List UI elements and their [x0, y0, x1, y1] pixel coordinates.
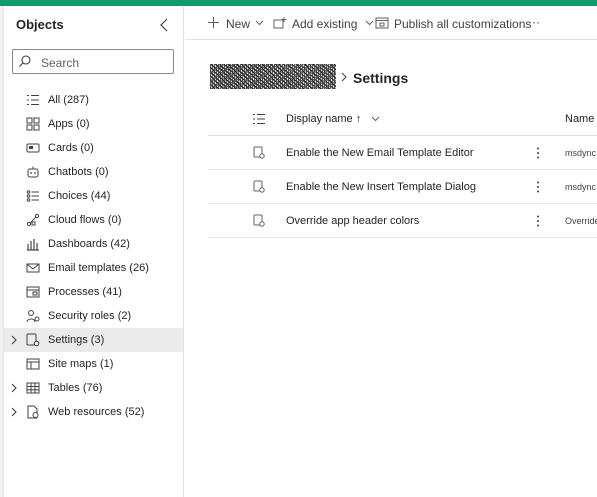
list-icon: [27, 95, 39, 105]
table-row[interactable]: Enable the New Email Template Editor msd…: [208, 136, 597, 170]
plus-icon: [208, 17, 219, 28]
chevron-down-icon: [365, 20, 374, 26]
nav-item-label: Choices (44): [48, 190, 111, 202]
more-vertical-icon[interactable]: [533, 214, 543, 228]
nav-item-label: Web resources (52): [48, 406, 145, 418]
publish-all-customizations-button[interactable]: Publish all customizations: [375, 15, 531, 33]
row-name: Override: [565, 216, 597, 226]
collapse-chevron-icon[interactable]: [158, 16, 172, 34]
nav-item-tables[interactable]: Tables (76): [4, 376, 183, 400]
nav-item-label: Apps (0): [48, 118, 90, 130]
column-options-icon[interactable]: [252, 112, 266, 126]
process-icon: [26, 286, 40, 298]
add-existing-label: Add existing: [292, 17, 358, 31]
nav-item-label: Settings (3): [48, 334, 105, 346]
nav-item-choices[interactable]: Choices (44): [4, 184, 183, 208]
nav-item-security-roles[interactable]: Security roles (2): [4, 304, 183, 328]
chevron-right-icon[interactable]: [10, 407, 18, 417]
table-row[interactable]: Override app header colors Override: [208, 204, 597, 238]
nav-item-label: Chatbots (0): [48, 166, 109, 178]
apps-grid-icon: [26, 117, 40, 131]
new-button[interactable]: New: [207, 15, 273, 33]
dashboard-icon: [27, 239, 39, 251]
more-commands-icon: ···: [528, 15, 540, 29]
row-display-name[interactable]: Enable the New Insert Template Dialog: [286, 181, 476, 193]
row-display-name[interactable]: Enable the New Email Template Editor: [286, 147, 474, 159]
objects-grid: Display name ↑ Name Enable the New Email…: [208, 102, 597, 238]
flow-icon: [26, 213, 40, 227]
objects-pane-title: Objects: [16, 17, 64, 32]
nav-item-settings[interactable]: Settings (3): [4, 328, 183, 352]
redacted-solution-name: [210, 64, 336, 89]
settings-icon: [253, 180, 265, 193]
settings-icon: [253, 146, 265, 159]
nav-item-dashboards[interactable]: Dashboards (42): [4, 232, 183, 256]
grid-header: Display name ↑ Name: [208, 102, 597, 136]
nav-item-label: Email templates (26): [48, 262, 149, 274]
publish-label: Publish all customizations: [394, 17, 532, 31]
nav-item-site-maps[interactable]: Site maps (1): [4, 352, 183, 376]
chevron-right-icon[interactable]: [10, 335, 18, 345]
nav-item-chatbots[interactable]: Chatbots (0): [4, 160, 183, 184]
column-header-name[interactable]: Name: [565, 113, 594, 125]
add-existing-button[interactable]: Add existing: [273, 15, 374, 33]
nav-item-label: Dashboards (42): [48, 238, 130, 250]
nav-item-email-templates[interactable]: Email templates (26): [4, 256, 183, 280]
bot-icon: [27, 166, 39, 178]
chevron-right-icon: [341, 72, 347, 82]
add-existing-icon: [273, 17, 287, 29]
objects-nav-list: All (287) Apps (0) Cards (0) Chatbots (0…: [4, 88, 183, 424]
chevron-down-icon: [255, 20, 264, 26]
nav-item-label: Security roles (2): [48, 310, 132, 322]
search-placeholder: Search: [41, 56, 80, 70]
nav-item-apps[interactable]: Apps (0): [4, 112, 183, 136]
nav-item-label: Site maps (1): [48, 358, 114, 370]
search-icon: [19, 55, 31, 67]
objects-pane-header: Objects: [16, 16, 176, 34]
web-resource-icon: [27, 405, 39, 419]
publish-icon: [375, 17, 389, 29]
choice-list-icon: [26, 190, 39, 202]
chevron-down-icon: [371, 116, 380, 122]
page-title: Settings: [353, 70, 409, 86]
pane-edge: [0, 6, 4, 497]
nav-item-cards[interactable]: Cards (0): [4, 136, 183, 160]
nav-item-web-resources[interactable]: Web resources (52): [4, 400, 183, 424]
nav-item-processes[interactable]: Processes (41): [4, 280, 183, 304]
table-row[interactable]: Enable the New Insert Template Dialog ms…: [208, 170, 597, 204]
nav-item-label: Processes (41): [48, 286, 122, 298]
nav-item-label: Tables (76): [48, 382, 103, 394]
command-bar: New Add existing Publish all customizati…: [185, 6, 597, 40]
nav-item-label: Cloud flows (0): [48, 214, 122, 226]
nav-item-label: All (287): [48, 94, 89, 106]
sitemap-icon: [26, 358, 40, 370]
objects-pane: Objects Search All (287) Apps (0) Cards …: [0, 6, 184, 497]
settings-icon: [26, 333, 40, 347]
chevron-right-icon[interactable]: [10, 383, 18, 393]
search-input[interactable]: Search: [12, 49, 174, 74]
row-name: msdync: [565, 182, 597, 192]
card-icon: [26, 143, 40, 153]
email-icon: [26, 263, 40, 273]
settings-icon: [253, 214, 265, 227]
nav-item-all[interactable]: All (287): [4, 88, 183, 112]
row-display-name[interactable]: Override app header colors: [286, 215, 419, 227]
security-role-icon: [26, 310, 40, 323]
column-header-label: Display name ↑: [286, 113, 362, 125]
more-vertical-icon[interactable]: [533, 180, 543, 194]
new-button-label: New: [226, 17, 251, 31]
column-header-display-name[interactable]: Display name ↑: [286, 113, 380, 125]
more-commands-button[interactable]: ···: [528, 15, 546, 33]
table-icon: [26, 382, 40, 394]
nav-item-label: Cards (0): [48, 142, 94, 154]
nav-item-cloud-flows[interactable]: Cloud flows (0): [4, 208, 183, 232]
row-name: msdync: [565, 148, 597, 158]
more-vertical-icon[interactable]: [533, 146, 543, 160]
